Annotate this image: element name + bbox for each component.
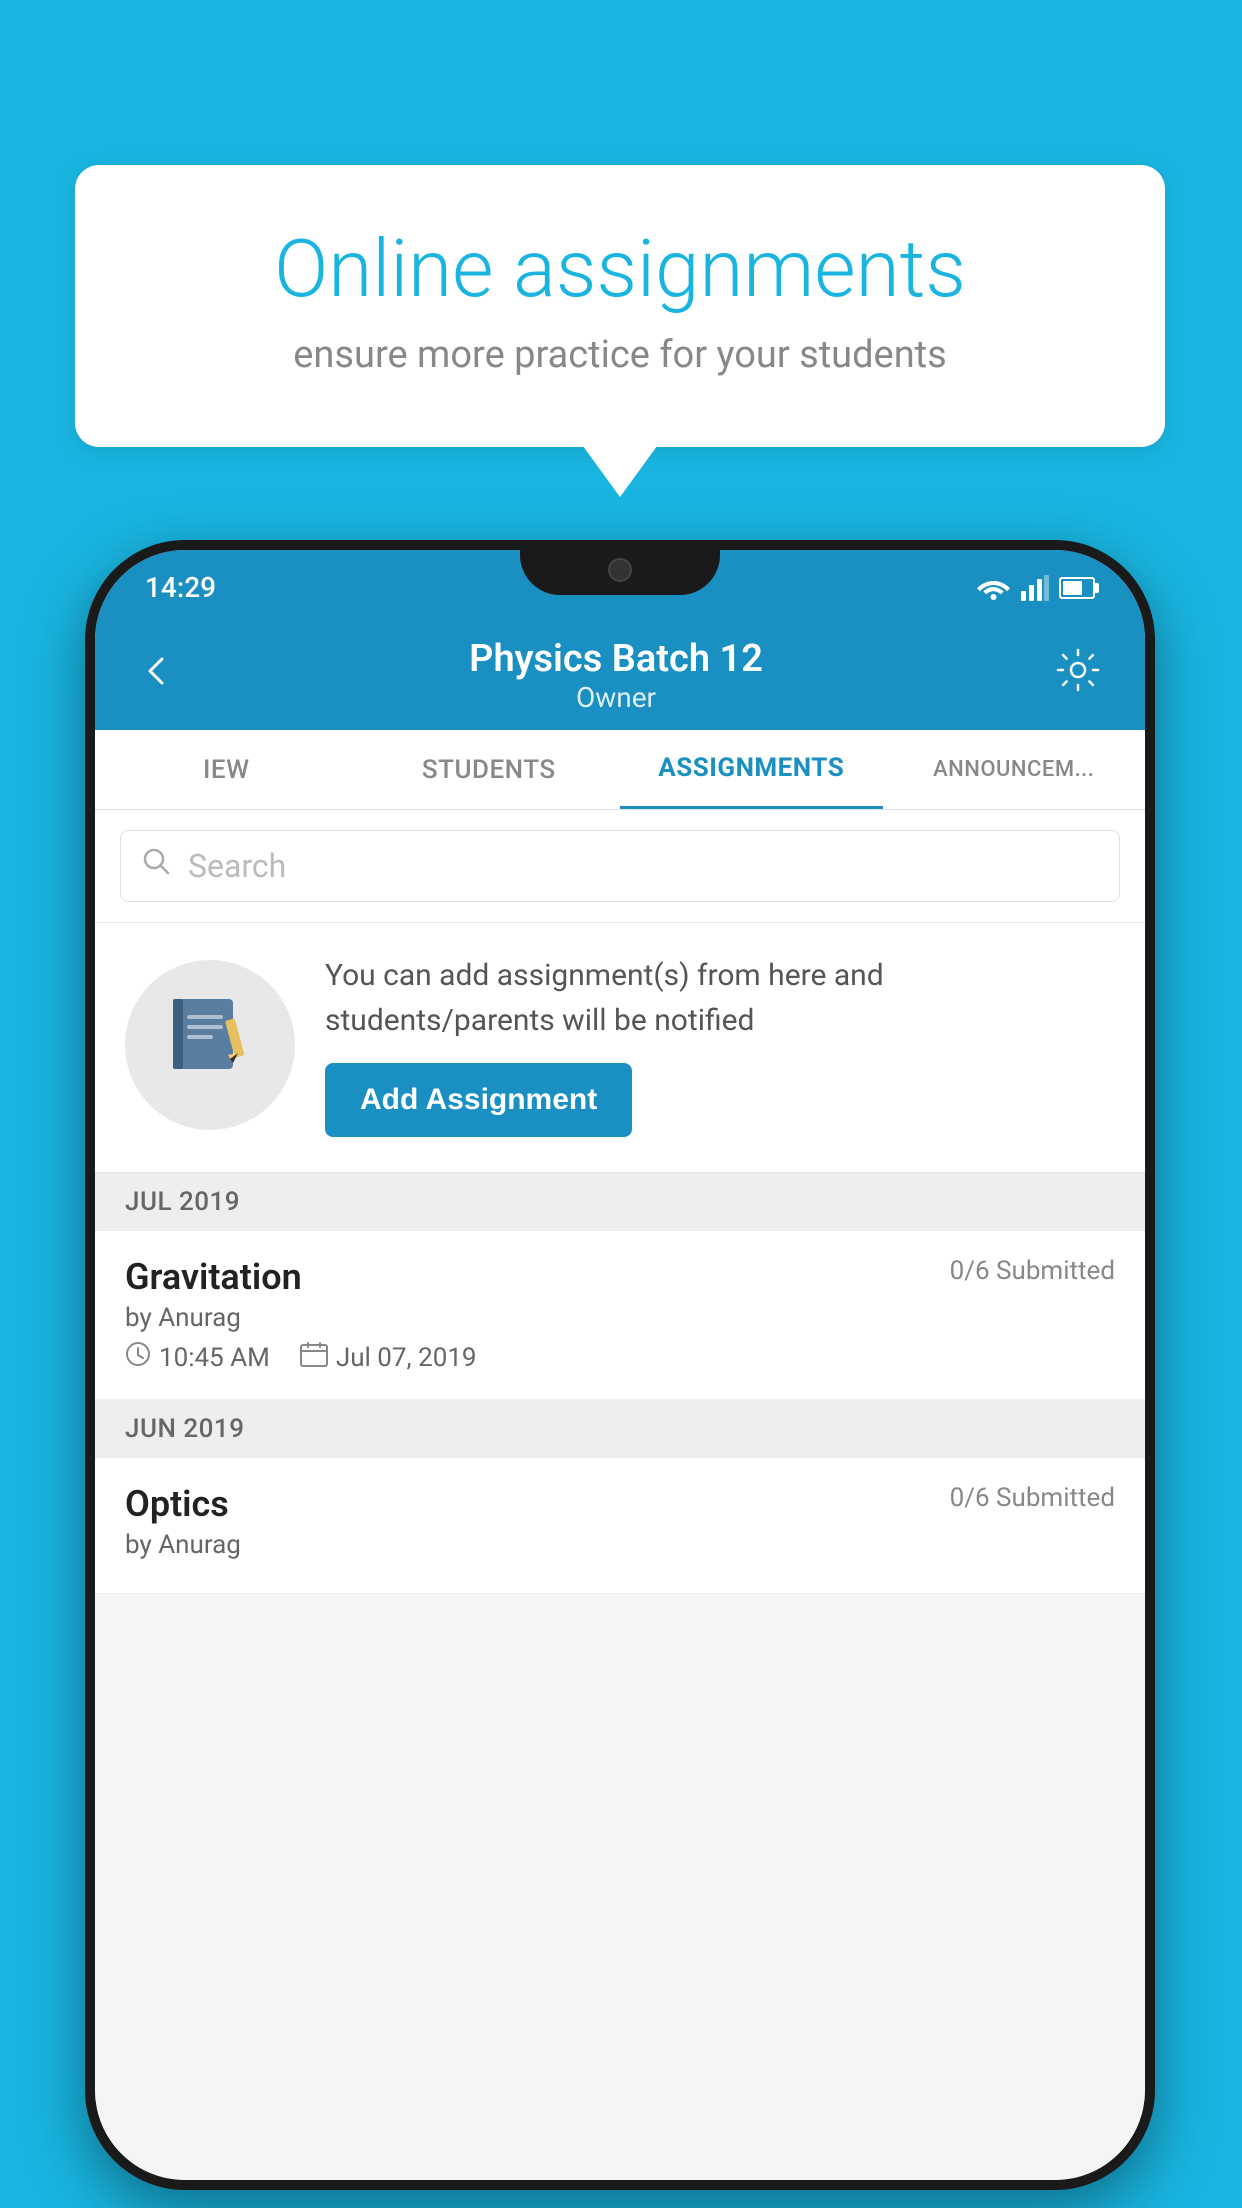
signal-icon	[1021, 575, 1049, 601]
assignment-meta: 10:45 AM Jul 07, 2019	[125, 1341, 1115, 1374]
assignment-name: Gravitation	[125, 1256, 302, 1298]
add-assignment-button[interactable]: Add Assignment	[325, 1063, 632, 1137]
app-header: Physics Batch 12 Owner	[95, 620, 1145, 730]
tab-iew[interactable]: IEW	[95, 730, 358, 809]
assignment-date: Jul 07, 2019	[336, 1343, 477, 1373]
assignment-submitted: 0/6 Submitted	[950, 1256, 1115, 1286]
assignment-name-optics: Optics	[125, 1483, 229, 1525]
tab-bar: IEW STUDENTS ASSIGNMENTS ANNOUNCEM...	[95, 730, 1145, 810]
screen-content: Search	[95, 810, 1145, 2180]
assignment-item-gravitation[interactable]: Gravitation 0/6 Submitted by Anurag 10:4…	[95, 1231, 1145, 1400]
phone-frame: 14:29	[85, 540, 1155, 2190]
status-icons	[976, 575, 1095, 601]
speech-bubble-title: Online assignments	[155, 225, 1085, 313]
info-content: You can add assignment(s) from here and …	[325, 953, 1115, 1137]
notebook-icon	[165, 991, 255, 1100]
clock-icon	[125, 1341, 151, 1374]
phone-screen: 14:29	[95, 550, 1145, 2180]
battery-icon	[1059, 577, 1095, 599]
assignment-time: 10:45 AM	[159, 1343, 270, 1373]
speech-bubble: Online assignments ensure more practice …	[75, 165, 1165, 447]
info-text: You can add assignment(s) from here and …	[325, 953, 1115, 1043]
search-icon	[141, 846, 173, 886]
header-title: Physics Batch 12	[186, 637, 1046, 681]
settings-button[interactable]	[1046, 638, 1110, 712]
assignment-author: by Anurag	[125, 1303, 1115, 1333]
tab-students[interactable]: STUDENTS	[358, 730, 621, 809]
assignment-submitted-optics: 0/6 Submitted	[950, 1483, 1115, 1513]
info-icon-circle	[125, 960, 295, 1130]
speech-bubble-container: Online assignments ensure more practice …	[75, 165, 1165, 447]
search-bar[interactable]: Search	[120, 830, 1120, 902]
info-card: You can add assignment(s) from here and …	[95, 923, 1145, 1173]
calendar-icon	[300, 1341, 328, 1374]
wifi-icon	[976, 575, 1011, 601]
assignment-author-optics: by Anurag	[125, 1530, 1115, 1560]
meta-date: Jul 07, 2019	[300, 1341, 477, 1374]
header-title-section: Physics Batch 12 Owner	[186, 637, 1046, 714]
back-button[interactable]	[130, 642, 186, 709]
speech-bubble-subtitle: ensure more practice for your students	[155, 333, 1085, 377]
status-time: 14:29	[145, 571, 216, 604]
tab-announcements[interactable]: ANNOUNCEM...	[883, 730, 1146, 809]
meta-time: 10:45 AM	[125, 1341, 270, 1374]
assignment-row-top-optics: Optics 0/6 Submitted	[125, 1483, 1115, 1525]
header-subtitle: Owner	[186, 681, 1046, 714]
phone-notch	[520, 540, 720, 595]
assignment-row-top: Gravitation 0/6 Submitted	[125, 1256, 1115, 1298]
search-container: Search	[95, 810, 1145, 923]
section-header-jun: JUN 2019	[95, 1400, 1145, 1458]
assignment-item-optics[interactable]: Optics 0/6 Submitted by Anurag	[95, 1458, 1145, 1594]
section-header-jul: JUL 2019	[95, 1173, 1145, 1231]
notch-camera	[608, 558, 632, 582]
tab-assignments[interactable]: ASSIGNMENTS	[620, 730, 883, 809]
search-placeholder: Search	[188, 847, 286, 885]
